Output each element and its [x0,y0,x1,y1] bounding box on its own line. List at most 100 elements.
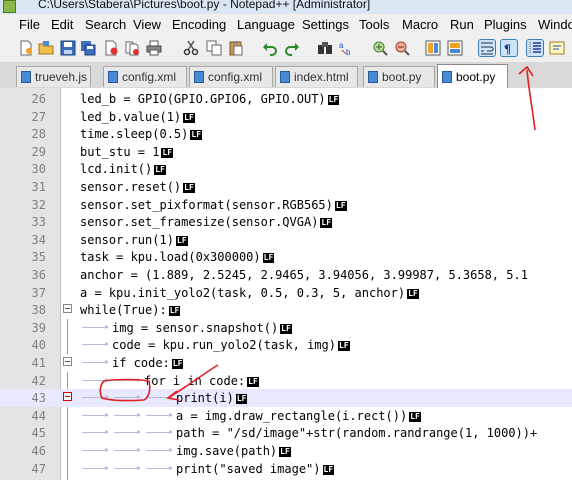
tab-arrow-icon [146,430,173,435]
code-line[interactable]: 29 but_stu = 1 LF [0,143,572,161]
close-icon[interactable] [103,40,119,56]
fold-toggle-icon[interactable] [63,304,72,314]
replace-icon[interactable]: ab [339,40,355,57]
menu-edit[interactable]: Edit [51,17,73,32]
line-number: 40 [31,338,46,353]
code-line[interactable]: 27 led_b.value(1) LF [0,108,572,126]
menu-window[interactable]: Windo [538,17,572,32]
menu-encoding[interactable]: Encoding [172,17,226,32]
file-icon [108,71,118,83]
tab-config-xml-2[interactable]: config.xml [189,66,273,87]
eol-marker: LF [280,323,292,334]
code-line[interactable]: 36 anchor = (1.889, 2.5245, 2.9465, 3.940… [0,266,572,284]
eol-marker: LF [154,165,166,176]
save-all-icon[interactable] [80,40,96,56]
menu-plugins[interactable]: Plugins [484,17,527,32]
copy-icon[interactable] [206,40,222,56]
cut-icon[interactable] [183,40,199,56]
tab-config-xml-1[interactable]: config.xml [103,66,187,87]
tab-label: boot.py [382,70,422,84]
new-file-icon[interactable] [18,40,34,56]
code-line[interactable]: 30 lcd.init() LF [0,160,572,178]
tab-arrow-icon [146,448,173,452]
tab-arrow-icon [114,377,141,382]
code-line[interactable]: 45 path = "/sd/image"+str(random.randrang… [0,424,572,443]
save-icon[interactable] [60,40,76,56]
svg-text:¶: ¶ [504,41,511,56]
tab-boot-py-active[interactable]: boot.py [437,64,508,88]
open-file-icon[interactable] [38,40,54,56]
zoom-in-icon[interactable] [372,40,388,56]
file-icon [442,71,452,83]
code-line[interactable]: 33 sensor.set_framesize(sensor.QVGA) LF [0,213,572,231]
code-line[interactable]: 35 task = kpu.load(0x300000) LF [0,248,572,266]
fold-toggle-icon[interactable] [63,357,72,366]
code-content: task = kpu.load(0x300000) [80,250,261,265]
code-content: a = img.draw_rectangle(i.rect()) [176,408,408,423]
fold-margin-line [67,442,68,460]
tab-arrow-icon [82,324,109,329]
eol-marker: LF [247,376,259,387]
sync-horizontal-icon[interactable] [447,40,463,56]
menu-run[interactable]: Run [450,17,474,32]
print-icon[interactable] [146,40,162,56]
code-line[interactable]: 44 a = img.draw_rectangle(i.rect()) LF [0,406,572,425]
code-line[interactable]: 26 led_b = GPIO(GPIO.GPIO6, GPIO.OUT) LF [0,90,572,108]
code-line[interactable]: 28 time.sleep(0.5) LF [0,125,572,143]
code-content: sensor.run(1) [80,232,174,247]
indent-guide-icon[interactable] [527,40,543,56]
code-line[interactable]: 42 for i in code: LF [0,371,572,390]
code-line[interactable]: 31 sensor.reset() LF [0,178,572,196]
line-number: 32 [31,197,46,212]
tab-index-html[interactable]: index.html [275,66,358,87]
line-number: 45 [31,426,46,441]
code-line[interactable]: 41 if code: LF [0,354,572,372]
menu-macro[interactable]: Macro [402,17,438,32]
menu-view[interactable]: View [133,17,161,32]
tab-label: trueveh.js [35,70,88,84]
code-line[interactable]: 34 sensor.run(1) LF [0,231,572,249]
paste-icon[interactable] [228,40,244,56]
code-text: a = img.draw_rectangle(i.rect()) LF [176,409,421,423]
eol-marker: LF [334,200,347,211]
eol-marker: LF [183,183,195,193]
eol-marker: LF [279,447,291,457]
code-content: a = kpu.init_yolo2(task, 0.5, 0.3, 5, an… [80,285,406,300]
menu-settings[interactable]: Settings [302,17,349,32]
code-line[interactable]: 39 img = sensor.snapshot() LF [0,318,572,337]
tab-boot-py-1[interactable]: boot.py [363,66,435,87]
code-line[interactable]: 40 code = kpu.run_yolo2(task, img) LF [0,336,572,355]
tab-arrow-icon [82,395,109,400]
tab-arrow-icon [114,465,141,470]
code-text: sensor.set_framesize(sensor.QVGA) LF [80,215,333,229]
code-line[interactable]: 46 img.save(path) LF [0,442,572,460]
menu-language[interactable]: Language [237,17,295,32]
menu-file[interactable]: File [19,17,40,32]
undo-icon[interactable] [262,40,278,56]
code-line[interactable]: 32 sensor.set_pixformat(sensor.RGB565) LF [0,196,572,214]
code-content: time.sleep(0.5) [80,127,189,142]
tab-trueveh-js[interactable]: trueveh.js [16,66,91,87]
zoom-out-icon[interactable] [394,40,410,56]
code-text: sensor.run(1) LF [80,233,188,247]
line-number: 41 [31,356,46,370]
menu-tools[interactable]: Tools [359,17,389,32]
sync-vertical-icon[interactable] [425,40,441,56]
redo-icon[interactable] [284,40,300,56]
code-line[interactable]: 37 a = kpu.init_yolo2(task, 0.5, 0.3, 5, … [0,284,572,302]
code-line[interactable]: 43 print(i) LF [0,389,572,408]
close-all-icon[interactable] [124,40,140,56]
code-text: time.sleep(0.5) LF [80,127,203,142]
word-wrap-icon[interactable] [479,40,495,56]
line-number: 30 [31,162,46,177]
user-defined-language-icon[interactable] [549,40,565,56]
find-icon[interactable] [317,40,333,56]
code-line[interactable]: 38 while(True): LF [0,301,572,319]
code-content: print(i) [176,391,234,406]
menu-search[interactable]: Search [85,17,126,32]
code-editor[interactable]: 26 led_b = GPIO(GPIO.GPIO6, GPIO.OUT) LF 27… [0,88,572,480]
fold-toggle-icon[interactable] [63,392,72,402]
line-number: 28 [31,127,46,142]
show-all-characters-icon[interactable]: ¶ [501,40,517,56]
code-line[interactable]: 47 print("saved image") LF [0,459,572,478]
